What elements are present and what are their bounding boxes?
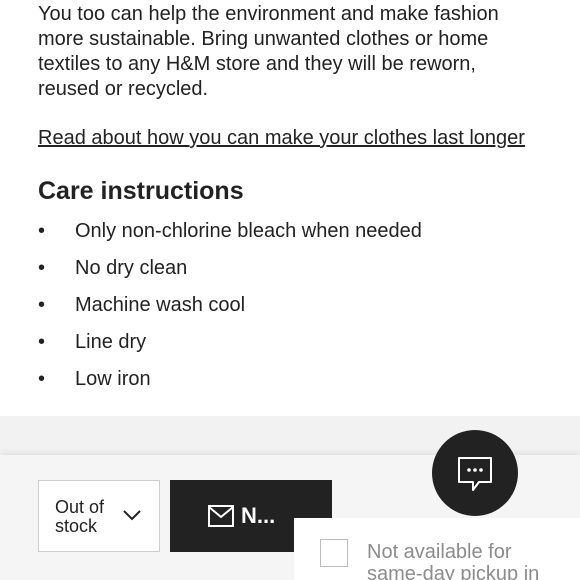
chevron-down-icon [123,510,141,521]
care-instructions-heading: Care instructions [38,177,244,205]
bullet: • [38,368,46,390]
pickup-checkbox[interactable] [320,539,348,567]
same-day-pickup-option: Not available for same-day pickup in [294,518,580,580]
bullet: • [38,220,46,242]
bullet: • [38,257,46,279]
care-item-text: Machine wash cool [75,294,246,316]
sustainability-paragraph: You too can help the environment and mak… [38,3,499,100]
size-select-label: Out of stock [55,497,105,536]
care-item-text: Only non-chlorine bleach when needed [75,220,422,242]
chat-button[interactable] [432,430,518,516]
care-item-text: No dry clean [75,257,188,279]
envelope-icon [208,505,234,527]
bullet: • [38,294,46,316]
chat-bubble-icon [458,457,492,491]
care-item-text: Low iron [75,368,151,390]
pickup-label: Not available for same-day pickup in [367,541,540,580]
care-item-text: Line dry [75,331,147,353]
bullet: • [38,331,46,353]
clothes-care-link[interactable]: Read about how you can make your clothes… [38,126,525,151]
notify-me-label: N... [241,503,276,528]
size-select[interactable]: Out of stock [38,480,160,552]
